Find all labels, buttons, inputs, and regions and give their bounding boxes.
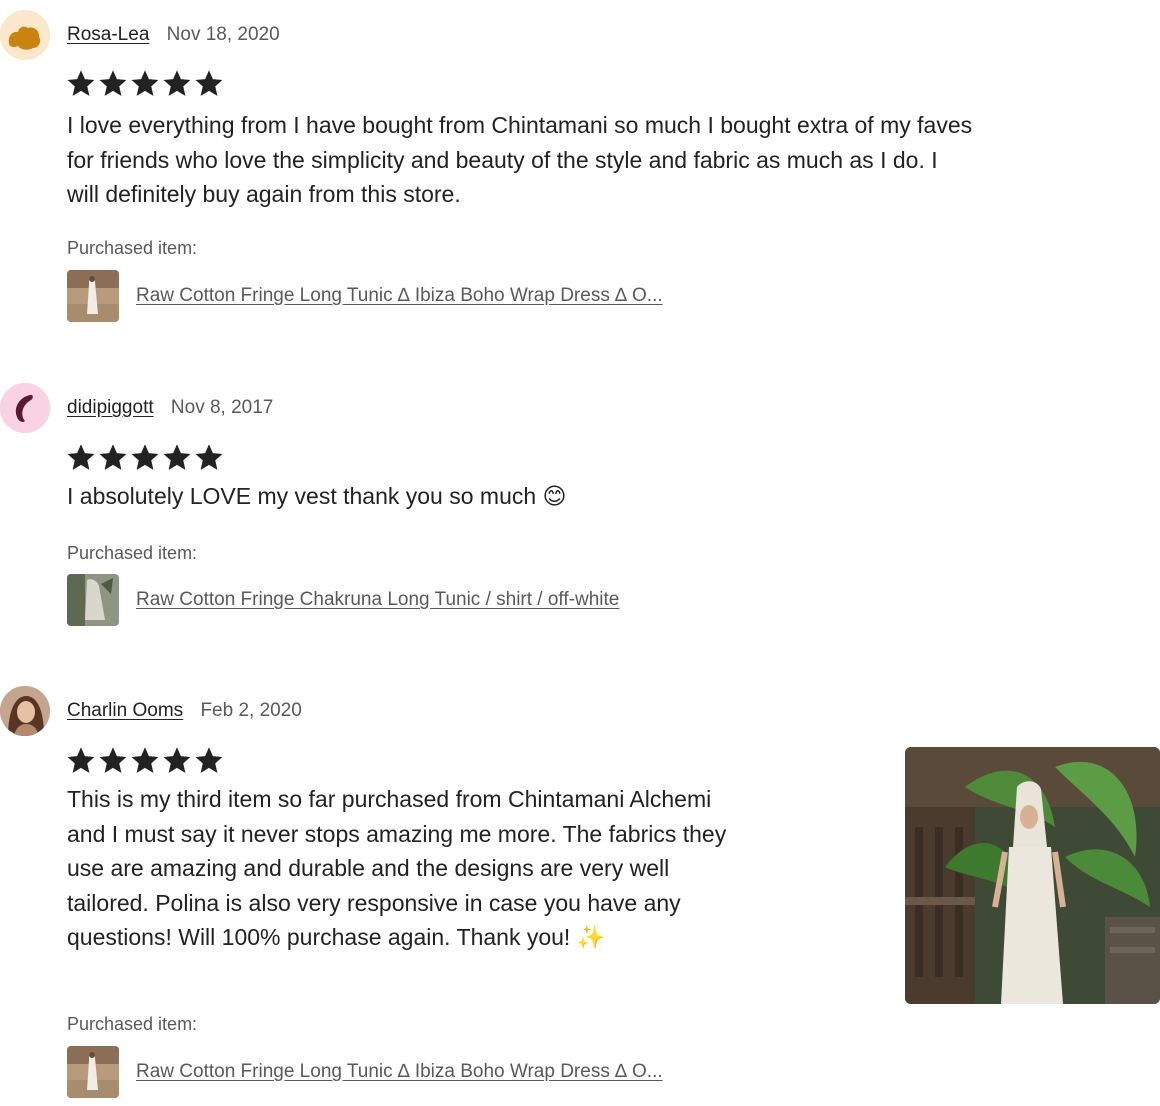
reviewer-name-link[interactable]: Rosa-Lea [67, 24, 149, 45]
review-meta: didipiggott Nov 8, 2017 [67, 397, 273, 419]
reviewer-name-link[interactable]: Charlin Ooms [67, 700, 183, 721]
pink-crescent-avatar-icon [0, 383, 50, 433]
star-icon [99, 444, 127, 470]
purchased-item-link[interactable]: Raw Cotton Fringe Chakruna Long Tunic / … [67, 574, 619, 626]
review-text-line: for friends who love the simplicity and … [67, 146, 938, 173]
item-thumbnail[interactable] [67, 1046, 119, 1098]
star-icon [131, 70, 159, 96]
star-icon [131, 444, 159, 470]
star-icon [67, 70, 95, 96]
star-icon [131, 747, 159, 773]
review-text-line: tailored. Polina is also very responsive… [67, 889, 681, 916]
item-title-link[interactable]: Raw Cotton Fringe Long Tunic ∆ Ibiza Boh… [136, 1061, 663, 1083]
review-date: Nov 8, 2017 [170, 397, 274, 418]
star-icon [99, 70, 127, 96]
item-title-link[interactable]: Raw Cotton Fringe Long Tunic ∆ Ibiza Boh… [136, 285, 663, 307]
star-icon [195, 444, 223, 470]
review-date: Feb 2, 2020 [200, 700, 302, 721]
star-icon [195, 747, 223, 773]
star-icon [163, 444, 191, 470]
review-photo[interactable] [905, 747, 1160, 1004]
review-text-line: I absolutely LOVE my vest thank you so m… [67, 483, 567, 509]
reviewer-avatar[interactable] [0, 686, 50, 736]
review-text-line: questions! Will 100% purchase again. Tha… [67, 924, 606, 950]
brown-blob-avatar-icon [0, 10, 50, 60]
review-text-line: This is my third item so far purchased f… [67, 786, 712, 812]
user-photo-avatar-icon [0, 686, 50, 736]
review-meta: Charlin Ooms Feb 2, 2020 [67, 700, 302, 722]
item-thumbnail[interactable] [67, 270, 119, 322]
star-rating [66, 68, 224, 98]
review-text: This is my third item so far purchased f… [67, 782, 867, 955]
star-icon [195, 70, 223, 96]
star-icon [99, 747, 127, 773]
review-text: I absolutely LOVE my vest thank you so m… [67, 479, 867, 514]
review-text-line: use are amazing and durable and the desi… [67, 855, 670, 881]
purchased-item-link[interactable]: Raw Cotton Fringe Long Tunic ∆ Ibiza Boh… [67, 270, 663, 322]
purchased-item-label: Purchased item: [67, 543, 198, 563]
star-rating [66, 745, 224, 775]
review-text: I love everything from I have bought fro… [67, 108, 1067, 212]
star-icon [163, 70, 191, 96]
review-text-line: I love everything from I have bought fro… [67, 112, 973, 138]
reviewer-avatar[interactable] [0, 10, 50, 60]
item-thumbnail[interactable] [67, 574, 119, 626]
review-date: Nov 18, 2020 [166, 24, 280, 45]
item-title-link[interactable]: Raw Cotton Fringe Chakruna Long Tunic / … [136, 589, 619, 611]
star-rating [66, 442, 224, 472]
purchased-item-label: Purchased item: [67, 1014, 198, 1034]
review-text-line: will definitely buy again from this stor… [67, 181, 461, 207]
review-text-line: and I must say it never stops amazing me… [67, 820, 727, 847]
star-icon [67, 444, 95, 470]
reviewer-name-link[interactable]: didipiggott [67, 397, 154, 418]
purchased-item-link[interactable]: Raw Cotton Fringe Long Tunic ∆ Ibiza Boh… [67, 1046, 663, 1098]
review-meta: Rosa-Lea Nov 18, 2020 [67, 24, 280, 46]
purchased-item-label: Purchased item: [67, 238, 198, 258]
star-icon [67, 747, 95, 773]
reviewer-avatar[interactable] [0, 383, 50, 433]
star-icon [163, 747, 191, 773]
